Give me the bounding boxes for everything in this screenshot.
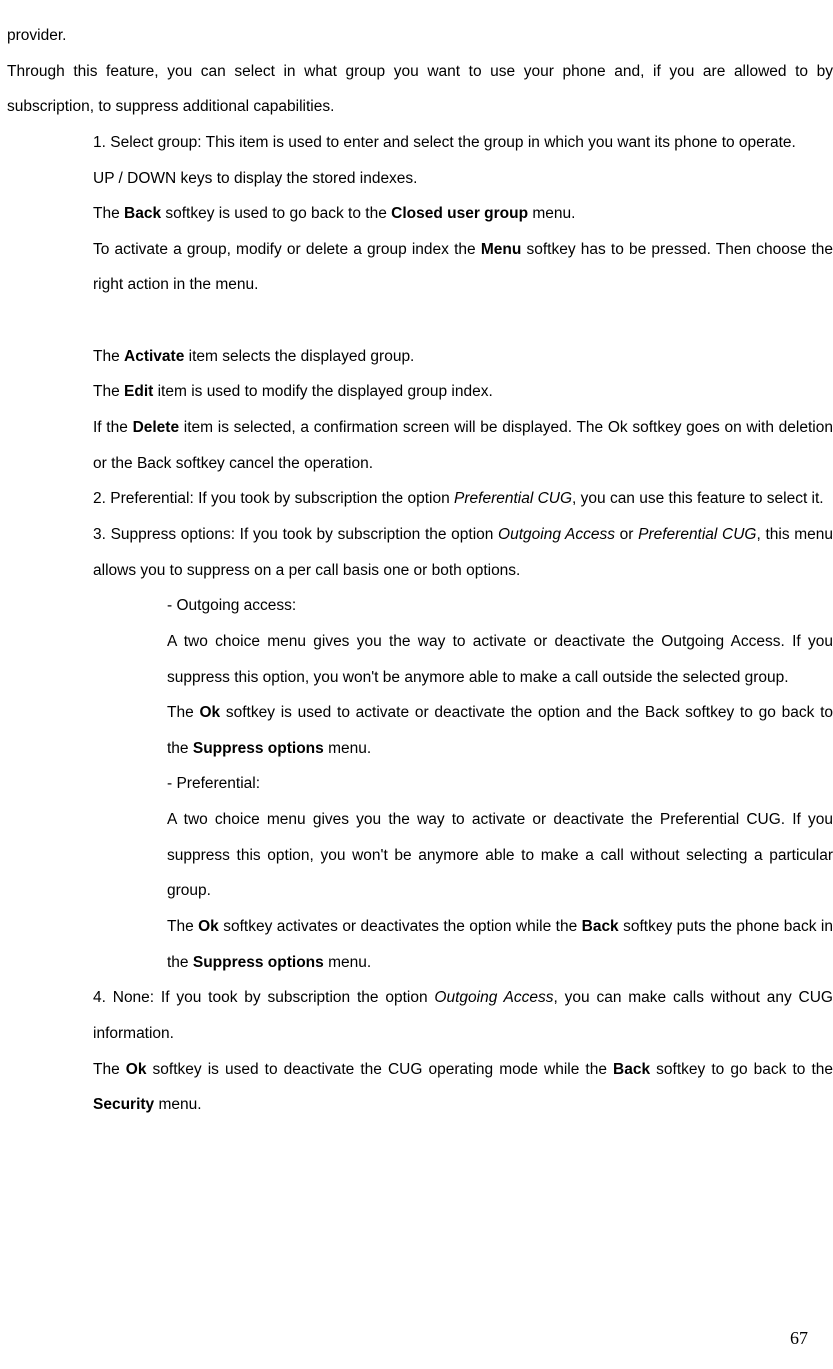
- paragraph: The Activate item selects the displayed …: [93, 339, 833, 375]
- text: menu.: [324, 954, 371, 971]
- text: or: [615, 526, 638, 543]
- text: The: [93, 383, 124, 400]
- text: Through this feature, you can select in …: [7, 63, 833, 116]
- text: softkey is used to deactivate the CUG op…: [146, 1061, 613, 1078]
- bold-text: Back: [613, 1061, 650, 1078]
- text: The: [93, 1061, 126, 1078]
- paragraph: provider.: [7, 18, 833, 54]
- text: The: [167, 704, 199, 721]
- text: 1. Select group: This item is used to en…: [93, 134, 796, 151]
- text: - Outgoing access:: [167, 597, 296, 614]
- paragraph: A two choice menu gives you the way to a…: [167, 624, 833, 695]
- bold-text: Back: [124, 205, 161, 222]
- text: 3. Suppress options: If you took by subs…: [93, 526, 498, 543]
- text: menu.: [324, 740, 371, 757]
- bold-text: Ok: [199, 704, 220, 721]
- sub-item: - Outgoing access:: [167, 588, 833, 624]
- text: 4. None: If you took by subscription the…: [93, 989, 434, 1006]
- text: item is used to modify the displayed gro…: [153, 383, 492, 400]
- list-item: 4. None: If you took by subscription the…: [93, 980, 833, 1051]
- page-number: 67: [790, 1328, 808, 1349]
- paragraph: If the Delete item is selected, a confir…: [93, 410, 833, 481]
- paragraph: UP / DOWN keys to display the stored ind…: [93, 161, 833, 197]
- bold-text: Security: [93, 1096, 154, 1113]
- text: If the: [93, 419, 133, 436]
- text: A two choice menu gives you the way to a…: [167, 633, 833, 686]
- text: 2. Preferential: If you took by subscrip…: [93, 490, 454, 507]
- page-content: provider. Through this feature, you can …: [0, 18, 833, 1123]
- italic-text: Preferential CUG: [454, 490, 572, 507]
- text: softkey is used to go back to the: [161, 205, 391, 222]
- text: A two choice menu gives you the way to a…: [167, 811, 833, 899]
- paragraph: To activate a group, modify or delete a …: [93, 232, 833, 303]
- text: item is selected, a confirmation screen …: [93, 419, 833, 472]
- text: provider.: [7, 27, 66, 44]
- list-item: 3. Suppress options: If you took by subs…: [93, 517, 833, 588]
- text: UP / DOWN keys to display the stored ind…: [93, 170, 418, 187]
- text: 67: [790, 1328, 808, 1348]
- bold-text: Suppress options: [193, 954, 324, 971]
- sub-item: - Preferential:: [167, 766, 833, 802]
- paragraph: Through this feature, you can select in …: [7, 54, 833, 125]
- bold-text: Menu: [481, 241, 521, 258]
- text: The: [93, 348, 124, 365]
- text: item selects the displayed group.: [184, 348, 414, 365]
- list-item: 1. Select group: This item is used to en…: [93, 125, 833, 161]
- paragraph: The Ok softkey is used to deactivate the…: [93, 1052, 833, 1123]
- text: menu.: [528, 205, 575, 222]
- document-page: provider. Through this feature, you can …: [0, 0, 833, 1369]
- text: menu.: [154, 1096, 201, 1113]
- italic-text: Outgoing Access: [434, 989, 553, 1006]
- text: softkey activates or deactivates the opt…: [219, 918, 582, 935]
- text: softkey to go back to the: [650, 1061, 833, 1078]
- bold-text: Activate: [124, 348, 184, 365]
- bold-text: Closed user group: [391, 205, 528, 222]
- text: The: [167, 918, 198, 935]
- paragraph: The Ok softkey activates or deactivates …: [167, 909, 833, 980]
- bold-text: Ok: [198, 918, 219, 935]
- bold-text: Delete: [133, 419, 180, 436]
- italic-text: Outgoing Access: [498, 526, 615, 543]
- paragraph: The Ok softkey is used to activate or de…: [167, 695, 833, 766]
- italic-text: Preferential CUG: [638, 526, 756, 543]
- text: The: [93, 205, 124, 222]
- list-item: 2. Preferential: If you took by subscrip…: [93, 481, 833, 517]
- text: - Preferential:: [167, 775, 260, 792]
- bold-text: Edit: [124, 383, 153, 400]
- bold-text: Ok: [126, 1061, 147, 1078]
- blank-line: [93, 303, 833, 339]
- paragraph: The Back softkey is used to go back to t…: [93, 196, 833, 232]
- paragraph: The Edit item is used to modify the disp…: [93, 374, 833, 410]
- paragraph: A two choice menu gives you the way to a…: [167, 802, 833, 909]
- text: , you can use this feature to select it.: [572, 490, 824, 507]
- text: To activate a group, modify or delete a …: [93, 241, 481, 258]
- bold-text: Back: [582, 918, 619, 935]
- bold-text: Suppress options: [193, 740, 324, 757]
